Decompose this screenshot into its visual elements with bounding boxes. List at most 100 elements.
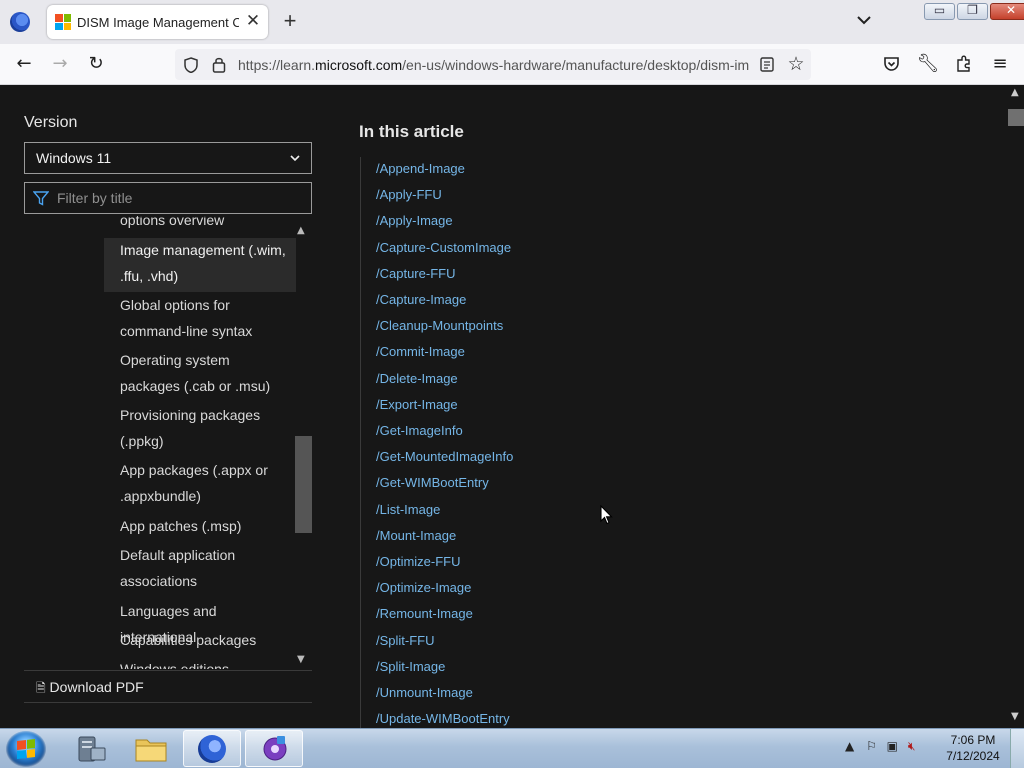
- article-nav-rule: [360, 157, 361, 728]
- restore-button[interactable]: ❐: [957, 3, 988, 20]
- in-this-article-heading: In this article: [359, 122, 464, 141]
- taskbar-app-firefox[interactable]: [183, 730, 241, 767]
- toc-item-provisioning-packages[interactable]: Provisioning packages (.ppkg): [104, 403, 296, 455]
- sidebar-divider-bottom: [24, 702, 312, 703]
- forward-arrow-icon[interactable]: →: [48, 52, 72, 76]
- show-desktop-button[interactable]: [1010, 729, 1024, 768]
- minimize-button[interactable]: ▭: [924, 3, 955, 20]
- show-hidden-icons-icon[interactable]: ▲: [845, 739, 854, 753]
- firefox-menu-icon[interactable]: [10, 12, 30, 32]
- version-selected-value: Windows 11: [36, 150, 112, 166]
- url-text[interactable]: https://learn.microsoft.com/en-us/window…: [238, 57, 750, 73]
- version-label: Version: [24, 114, 78, 131]
- sidebar-divider: [24, 670, 312, 671]
- clock-date: 7/12/2024: [946, 749, 1000, 763]
- article-link[interactable]: /Capture-CustomImage: [376, 235, 511, 261]
- gear-puzzle-icon: [263, 736, 287, 761]
- article-link[interactable]: /Mount-Image: [376, 523, 456, 549]
- reader-view-icon[interactable]: [760, 57, 774, 72]
- mouse-pointer-icon: [600, 505, 613, 525]
- pocket-icon[interactable]: [883, 56, 900, 72]
- toc-item-global-options[interactable]: Global options for command-line syntax: [104, 293, 296, 345]
- close-window-button[interactable]: ✕: [990, 3, 1024, 20]
- page-scrollbar[interactable]: ▲ ▼: [1008, 85, 1024, 728]
- list-all-tabs-icon[interactable]: [855, 11, 873, 29]
- back-arrow-icon[interactable]: ←: [12, 52, 36, 76]
- hamburger-menu-icon[interactable]: ≡: [988, 52, 1012, 76]
- action-center-flag-icon[interactable]: ⚐: [866, 739, 877, 753]
- browser-tab-active[interactable]: DISM Image Management Con ✕: [47, 5, 268, 39]
- windows-taskbar: ▲ ⚐ ▣ 🔇︎ 7:06 PM 7/12/2024: [0, 728, 1024, 768]
- article-link[interactable]: /Apply-Image: [376, 208, 453, 234]
- toc-item-windows-editions[interactable]: Windows editions: [104, 657, 296, 669]
- article-link[interactable]: /Capture-FFU: [376, 261, 455, 287]
- page-scroll-down-icon[interactable]: ▼: [1011, 711, 1019, 722]
- windows-logo-icon: [17, 739, 35, 759]
- start-button[interactable]: [6, 731, 46, 767]
- chevron-down-icon: [290, 155, 300, 162]
- article-link[interactable]: /Split-FFU: [376, 628, 435, 654]
- toc-scrollbar-thumb[interactable]: [295, 436, 312, 533]
- article-link[interactable]: /Commit-Image: [376, 339, 465, 365]
- padlock-icon[interactable]: [212, 56, 226, 73]
- version-select[interactable]: Windows 11: [24, 142, 312, 174]
- article-link[interactable]: /Cleanup-Mountpoints: [376, 313, 503, 339]
- network-icon[interactable]: ▣: [887, 739, 898, 753]
- clock-time: 7:06 PM: [950, 733, 996, 747]
- new-tab-icon[interactable]: +: [280, 8, 300, 34]
- tracking-protection-shield-icon[interactable]: [183, 57, 199, 73]
- article-link[interactable]: /Append-Image: [376, 156, 465, 182]
- tab-close-icon[interactable]: ✕: [244, 11, 262, 31]
- taskbar-app-file-explorer[interactable]: [122, 730, 180, 767]
- toc-item-image-management[interactable]: Image management (.wim, .ffu, .vhd): [104, 238, 296, 292]
- microsoft-favicon-icon: [55, 14, 71, 30]
- article-link[interactable]: /Optimize-FFU: [376, 549, 461, 575]
- toc-item-languages-international[interactable]: Languages and international: [104, 599, 296, 645]
- article-link[interactable]: /Capture-Image: [376, 287, 466, 313]
- article-link[interactable]: /Get-WIMBootEntry: [376, 470, 489, 496]
- article-link[interactable]: /List-Image: [376, 497, 440, 523]
- toc-scroll-up-icon[interactable]: ▲: [297, 225, 305, 236]
- download-pdf-label: Download PDF: [49, 679, 144, 695]
- browser-tab-bar: DISM Image Management Con ✕ + ▭ ❐ ✕: [0, 0, 1024, 44]
- page-scrollbar-thumb[interactable]: [1008, 109, 1024, 126]
- article-link[interactable]: /Apply-FFU: [376, 182, 442, 208]
- toc-scroll-down-icon[interactable]: ▼: [297, 654, 305, 665]
- page-scroll-up-icon[interactable]: ▲: [1011, 87, 1019, 98]
- table-of-contents: options overview Image management (.wim,…: [104, 216, 296, 669]
- article-link[interactable]: /Export-Image: [376, 392, 458, 418]
- download-pdf-link[interactable]: 🗎︎ Download PDF: [36, 679, 144, 700]
- taskbar-app-configuration[interactable]: [245, 730, 303, 767]
- taskbar-clock[interactable]: 7:06 PM 7/12/2024: [940, 732, 1006, 764]
- server-manager-icon: [78, 736, 106, 762]
- wrench-tools-icon[interactable]: 🔧︎: [916, 52, 940, 76]
- reload-icon[interactable]: ↻: [84, 52, 108, 76]
- toc-item-capabilities-packages[interactable]: Capabilities packages: [104, 628, 296, 654]
- taskbar-app-server-manager[interactable]: [62, 730, 120, 767]
- toc-item-options-overview[interactable]: options overview: [104, 216, 296, 230]
- bookmark-star-icon[interactable]: ☆: [784, 52, 808, 76]
- toc-item-app-patches[interactable]: App patches (.msp): [104, 514, 296, 540]
- extensions-puzzle-icon[interactable]: [955, 55, 972, 73]
- filter-input[interactable]: [57, 189, 302, 207]
- toc-item-os-packages[interactable]: Operating system packages (.cab or .msu): [104, 348, 296, 400]
- folder-icon: [135, 739, 167, 762]
- firefox-icon: [198, 735, 226, 763]
- article-link[interactable]: /Get-MountedImageInfo: [376, 444, 513, 470]
- article-link[interactable]: /Unmount-Image: [376, 680, 473, 706]
- address-bar[interactable]: https://learn.microsoft.com/en-us/window…: [175, 49, 811, 80]
- toc-item-default-app-associations[interactable]: Default application associations: [104, 543, 296, 595]
- tab-title: DISM Image Management Con: [77, 15, 239, 30]
- article-link[interactable]: /Update-WIMBootEntry: [376, 706, 510, 728]
- article-link[interactable]: /Get-ImageInfo: [376, 418, 463, 444]
- article-link[interactable]: /Remount-Image: [376, 601, 473, 627]
- filter-funnel-icon: [33, 191, 49, 206]
- browser-nav-bar: ← → ↻ https://learn.microsoft.com/en-us/…: [0, 44, 1024, 85]
- article-link[interactable]: /Optimize-Image: [376, 575, 471, 601]
- article-link[interactable]: /Split-Image: [376, 654, 445, 680]
- toc-item-app-packages[interactable]: App packages (.appx or .appxbundle): [104, 458, 296, 510]
- filter-by-title-field[interactable]: [24, 182, 312, 214]
- pdf-document-icon: 🗎︎: [36, 681, 46, 695]
- volume-muted-icon[interactable]: 🔇︎: [908, 739, 916, 753]
- article-link[interactable]: /Delete-Image: [376, 366, 458, 392]
